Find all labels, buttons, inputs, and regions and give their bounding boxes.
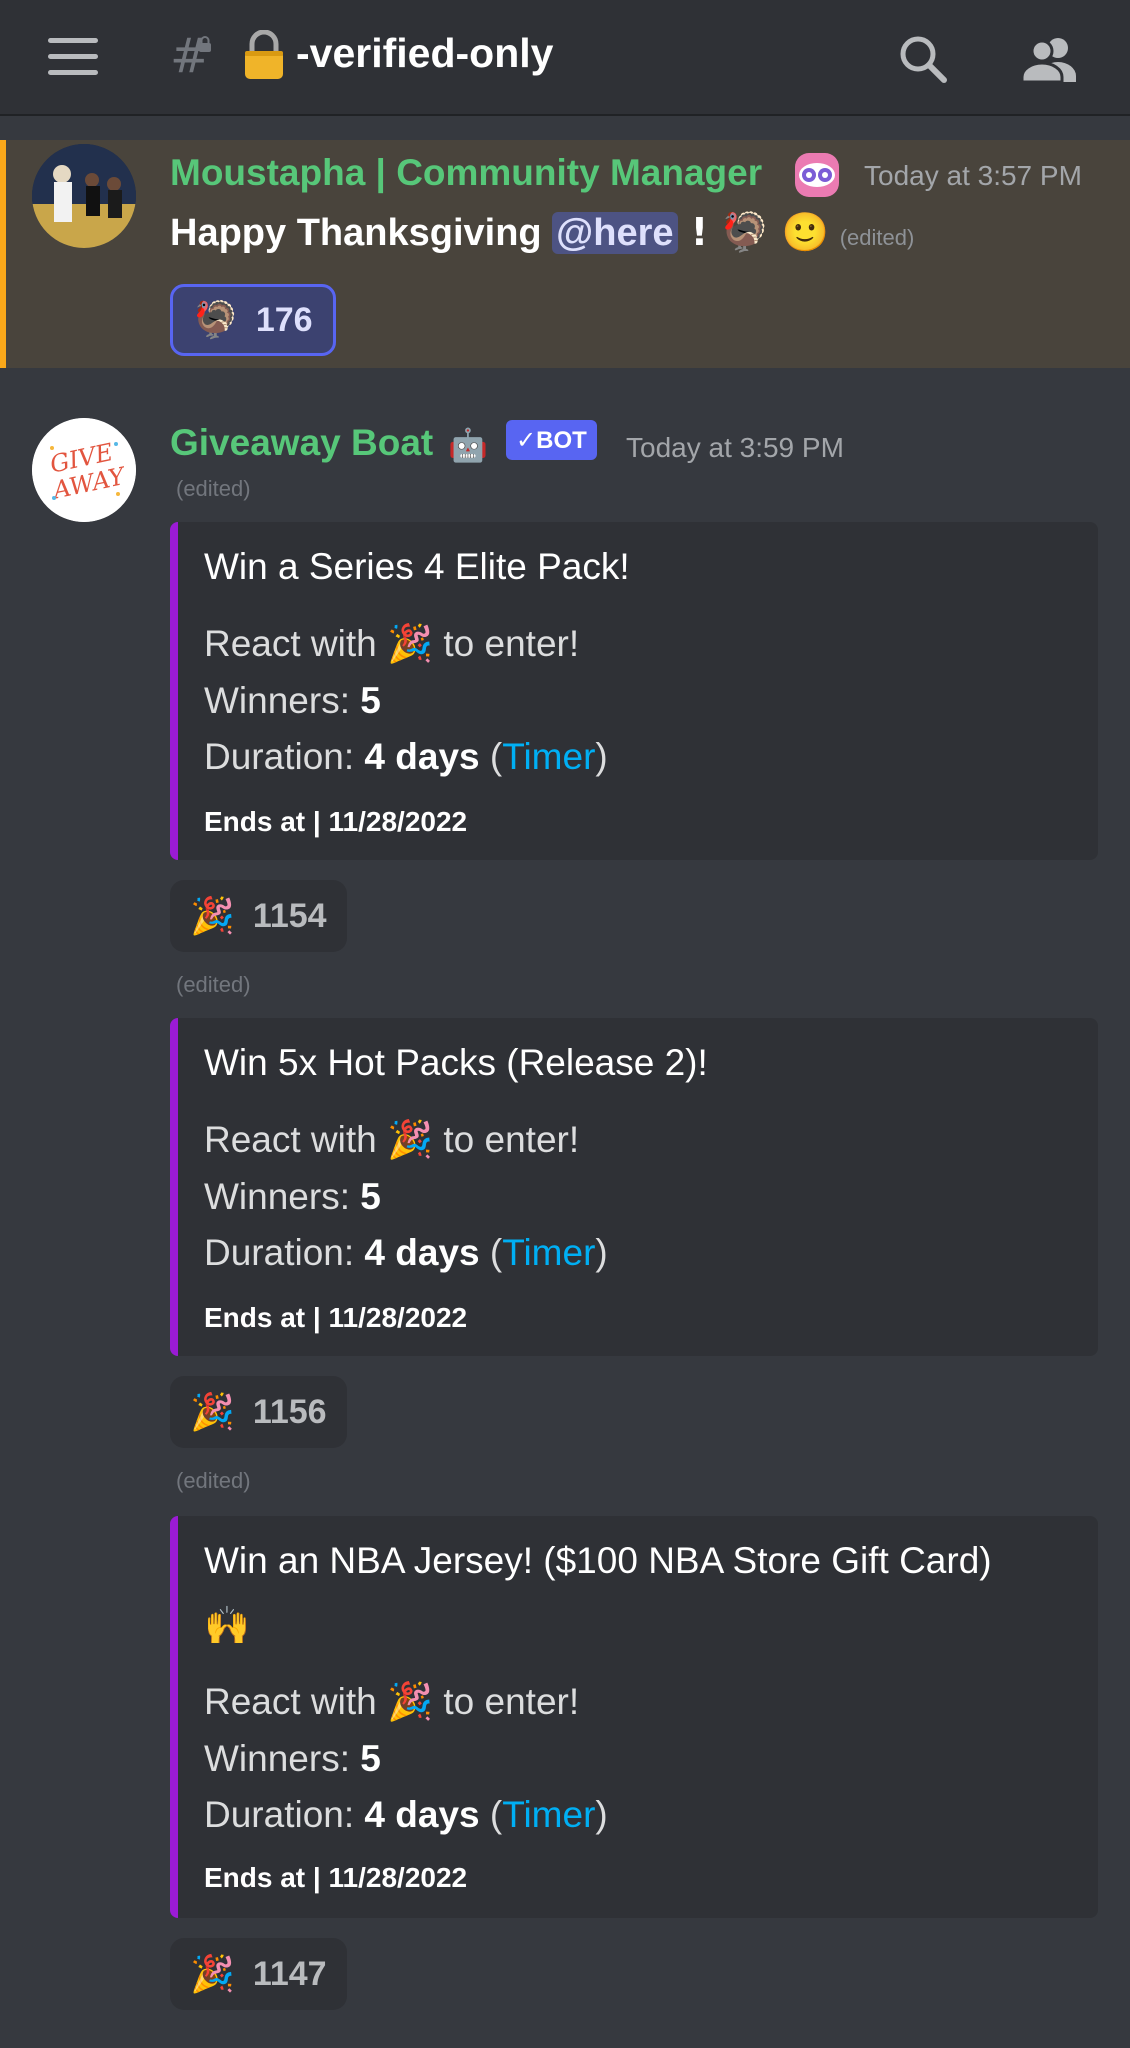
winners-value: 5 — [360, 680, 381, 721]
turkey-emoji-icon: 🦃 — [193, 300, 238, 341]
avatar[interactable] — [32, 144, 136, 248]
edited-label: (edited) — [839, 225, 915, 250]
react-suffix: to enter! — [443, 1681, 580, 1722]
duration-value: 4 days — [364, 1232, 480, 1273]
edited-label: (edited) — [176, 972, 251, 997]
embed-winners-line: Winners: 5 — [204, 1176, 381, 1218]
edited-label: (edited) — [176, 1468, 251, 1493]
robot-emoji-icon: 🤖 — [448, 426, 488, 464]
winners-value: 5 — [360, 1176, 381, 1217]
duration-label: Duration: — [204, 1794, 355, 1835]
winners-label: Winners: — [204, 680, 350, 721]
react-suffix: to enter! — [443, 1119, 580, 1160]
winners-value: 5 — [360, 1738, 381, 1779]
embed-winners-line: Winners: 5 — [204, 680, 381, 722]
giveaway-embed: Win an NBA Jersey! ($100 NBA Store Gift … — [170, 1516, 1098, 1918]
reaction-button[interactable]: 🦃 176 — [170, 284, 336, 356]
embed-footer: Ends at | 11/28/2022 — [204, 1862, 468, 1893]
embed-react-line: React with 🎉 to enter! — [204, 622, 579, 666]
message-timestamp: Today at 3:59 PM — [626, 432, 844, 463]
party-popper-icon: 🎉 — [190, 1954, 235, 1995]
channel-header: # -verified-only — [0, 0, 1130, 116]
embed-react-line: React with 🎉 to enter! — [204, 1118, 579, 1162]
embed-duration-line: Duration: 4 days (Timer) — [204, 1232, 608, 1273]
message-text-emoji: ! 🦃 🙂 — [677, 210, 830, 254]
duration-value: 4 days — [364, 736, 480, 777]
reaction-count: 1154 — [252, 896, 327, 935]
message-content: Happy Thanksgiving @here ! 🦃 🙂 (edited) — [170, 210, 914, 255]
embed-react-line: React with 🎉 to enter! — [204, 1680, 579, 1724]
giveaway-embed: Win 5x Hot Packs (Release 2)! React with… — [170, 1018, 1098, 1356]
embed-title: Win an NBA Jersey! ($100 NBA Store Gift … — [204, 1540, 992, 1581]
giveaway-embed: Win a Series 4 Elite Pack! React with 🎉 … — [170, 522, 1098, 860]
message-highlighted[interactable]: Moustapha | Community Manager Today at 3… — [0, 140, 1130, 368]
embed-winners-line: Winners: 5 — [204, 1738, 381, 1780]
message-text: Happy Thanksgiving — [170, 212, 553, 254]
channel-name: -verified-only — [296, 30, 554, 76]
timer-link[interactable]: Timer — [502, 736, 595, 777]
embed-duration-line: Duration: 4 days (Timer) — [204, 1794, 608, 1835]
timer-link[interactable]: Timer — [502, 1794, 595, 1835]
edited-label: (edited) — [176, 476, 251, 501]
winners-label: Winners: — [204, 1176, 350, 1217]
embed-title: Win 5x Hot Packs (Release 2)! — [204, 1042, 708, 1083]
timer-link[interactable]: Timer — [502, 1232, 595, 1273]
reaction-button[interactable]: 🎉 1154 — [170, 880, 347, 952]
avatar-photo-icon — [32, 144, 136, 248]
bot-badge: ✓BOT — [506, 420, 597, 460]
party-popper-icon: 🎉 — [190, 896, 235, 937]
winners-label: Winners: — [204, 1738, 350, 1779]
bot-avatar[interactable]: GIVE AWAY — [32, 418, 136, 522]
react-label: React with — [204, 1681, 377, 1722]
party-popper-icon: 🎉 — [190, 1392, 235, 1433]
duration-label: Duration: — [204, 736, 355, 777]
menu-icon[interactable] — [48, 38, 98, 78]
message-author[interactable]: Giveaway Boat — [170, 422, 433, 464]
message-timestamp: Today at 3:57 PM — [864, 160, 1082, 191]
lock-icon — [245, 30, 283, 79]
raised-hands-icon: 🙌 — [204, 1604, 251, 1647]
giveaway-logo-icon: GIVE AWAY — [32, 418, 136, 522]
react-label: React with — [204, 623, 377, 664]
reaction-button[interactable]: 🎉 1147 — [170, 1938, 347, 2010]
embed-footer: Ends at | 11/28/2022 — [204, 1302, 468, 1333]
embed-duration-line: Duration: 4 days (Timer) — [204, 736, 608, 777]
embed-footer: Ends at | 11/28/2022 — [204, 806, 468, 837]
duration-label: Duration: — [204, 1232, 355, 1273]
message-author[interactable]: Moustapha | Community Manager — [170, 152, 762, 194]
party-popper-icon: 🎉 — [387, 622, 434, 665]
search-icon[interactable] — [898, 34, 948, 84]
party-popper-icon: 🎉 — [387, 1680, 434, 1723]
party-popper-icon: 🎉 — [387, 1118, 434, 1161]
members-icon[interactable] — [1020, 34, 1080, 84]
role-icon — [795, 153, 839, 197]
mention-here[interactable]: @here — [552, 212, 678, 254]
reaction-count: 1147 — [252, 1954, 327, 1993]
reaction-count: 176 — [255, 300, 313, 339]
embed-title: Win a Series 4 Elite Pack! — [204, 546, 630, 587]
react-label: React with — [204, 1119, 377, 1160]
reaction-count: 1156 — [252, 1392, 327, 1431]
lock-small-icon — [199, 36, 211, 52]
react-suffix: to enter! — [443, 623, 580, 664]
duration-value: 4 days — [364, 1794, 480, 1835]
reaction-button[interactable]: 🎉 1156 — [170, 1376, 347, 1448]
